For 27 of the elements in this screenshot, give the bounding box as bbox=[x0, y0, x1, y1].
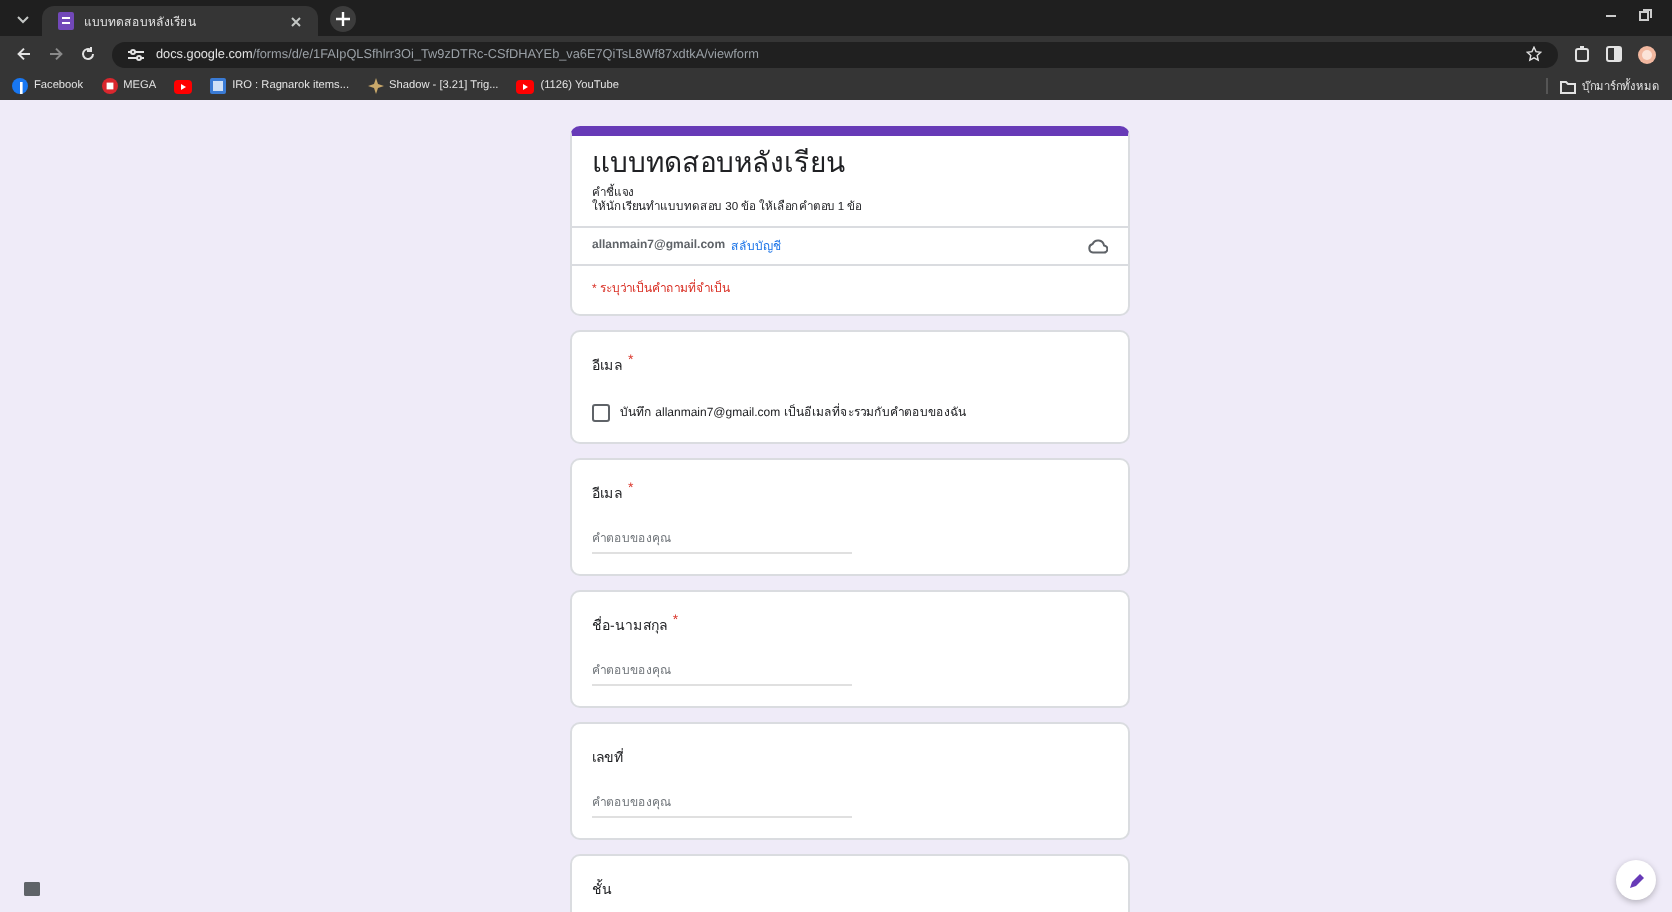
pencil-icon bbox=[1627, 871, 1645, 889]
mega-logo-icon bbox=[101, 78, 118, 94]
folder-icon bbox=[1560, 79, 1576, 93]
restore-icon[interactable] bbox=[1638, 7, 1652, 21]
site-favicon-icon bbox=[210, 78, 227, 94]
forward-icon[interactable] bbox=[48, 46, 64, 62]
checkbox[interactable] bbox=[592, 403, 610, 422]
edit-button[interactable] bbox=[1616, 860, 1656, 900]
forms-favicon-icon bbox=[58, 12, 74, 30]
new-tab-button[interactable] bbox=[330, 6, 356, 32]
cloud-icon bbox=[1088, 238, 1108, 255]
tab-search-icon[interactable] bbox=[16, 11, 30, 25]
plus-icon bbox=[336, 12, 350, 26]
profile-avatar-icon[interactable] bbox=[1638, 45, 1656, 63]
star-icon[interactable] bbox=[1526, 46, 1542, 62]
facebook-logo-icon bbox=[12, 78, 28, 94]
extensions-icon[interactable] bbox=[1574, 46, 1590, 62]
bookmark-link[interactable] bbox=[174, 79, 193, 93]
site-settings-icon[interactable] bbox=[128, 47, 144, 61]
side-panel-icon[interactable] bbox=[1606, 46, 1622, 62]
play-logo-icon bbox=[174, 79, 193, 93]
close-icon[interactable] bbox=[290, 15, 302, 27]
play-logo-icon bbox=[516, 79, 535, 93]
back-icon[interactable] bbox=[16, 46, 32, 62]
reload-icon[interactable] bbox=[80, 46, 96, 62]
form-title: แบบทดสอบหลังเรียน bbox=[592, 146, 848, 181]
sparkle-favicon-icon bbox=[367, 78, 384, 94]
